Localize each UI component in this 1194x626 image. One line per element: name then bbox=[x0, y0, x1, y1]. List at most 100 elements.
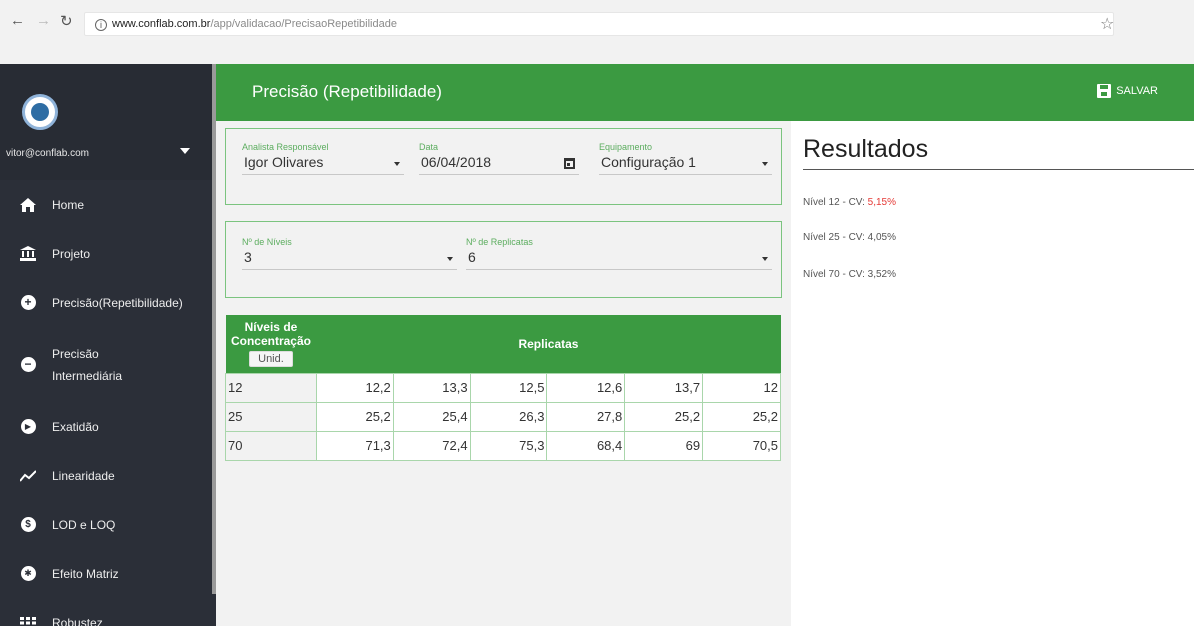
sidebar-menu: Home Projeto + Precisão(Repetibilidade) … bbox=[0, 180, 212, 626]
sidebar-item-lod-loq[interactable]: $ LOD e LOQ bbox=[0, 500, 212, 549]
replicate-cell[interactable]: 25,2 bbox=[702, 401, 781, 432]
page-header: Precisão (Repetibilidade) SALVAR bbox=[216, 64, 1194, 121]
replicate-cell[interactable]: 12,6 bbox=[546, 372, 626, 403]
replicate-cell[interactable]: 13,3 bbox=[392, 372, 471, 403]
info-panel: Analista Responsável Igor Olivares Data … bbox=[225, 128, 782, 205]
sidebar-item-robustez[interactable]: Robustez bbox=[0, 598, 212, 626]
address-bar[interactable]: i www.conflab.com.br/app/validacao/Precis… bbox=[84, 12, 1114, 36]
replicates-select[interactable]: 6 bbox=[466, 249, 772, 270]
sidebar-item-precisao-intermediaria[interactable]: − Precisão Intermediária bbox=[0, 327, 212, 402]
table-row: 70 71,3 72,4 75,3 68,4 69 70,5 bbox=[225, 430, 781, 461]
analyst-select[interactable]: Igor Olivares bbox=[242, 154, 404, 175]
sidebar-item-label: Precisão(Repetibilidade) bbox=[52, 295, 183, 310]
dollar-circle-icon: $ bbox=[20, 517, 36, 533]
sidebar-item-label: Efeito Matriz bbox=[52, 566, 119, 581]
main-content: Analista Responsável Igor Olivares Data … bbox=[216, 121, 791, 626]
replicates-field[interactable]: Nº de Replicatas 6 bbox=[466, 237, 772, 270]
table-header-row: Níveis de Concentração Unid. Replicatas bbox=[225, 315, 781, 373]
level-cell: 25 bbox=[225, 401, 317, 432]
replicate-cell[interactable]: 25,2 bbox=[315, 401, 394, 432]
reload-icon[interactable]: ↻ bbox=[60, 12, 73, 30]
sidebar-item-precisao-repetibilidade[interactable]: + Precisão(Repetibilidade) bbox=[0, 278, 212, 327]
sidebar-item-projeto[interactable]: Projeto bbox=[0, 229, 212, 278]
analyst-label: Analista Responsável bbox=[242, 142, 329, 152]
replicate-cell[interactable]: 70,5 bbox=[702, 430, 781, 461]
result-item-level-25: Nível 25 - CV: 4,05% bbox=[803, 232, 896, 243]
minus-circle-icon: − bbox=[20, 357, 36, 373]
url-host: www.conflab.com.br bbox=[112, 18, 211, 30]
home-icon bbox=[20, 197, 36, 213]
equipment-value: Configuração 1 bbox=[601, 154, 696, 170]
replicate-cell[interactable]: 69 bbox=[624, 430, 704, 461]
replicate-cell[interactable]: 71,3 bbox=[315, 430, 394, 461]
settings-circle-icon: ✱ bbox=[20, 566, 36, 582]
sidebar-item-efeito-matriz[interactable]: ✱ Efeito Matriz bbox=[0, 549, 212, 598]
save-button[interactable]: SALVAR bbox=[1097, 84, 1158, 98]
equipment-label: Equipamento bbox=[599, 142, 653, 152]
table-row: 12 12,2 13,3 12,5 12,6 13,7 12 bbox=[225, 372, 781, 403]
info-icon[interactable]: i bbox=[95, 19, 107, 31]
equipment-field[interactable]: Equipamento Configuração 1 bbox=[599, 142, 772, 175]
calendar-icon[interactable] bbox=[564, 158, 575, 169]
sidebar-item-exatidao[interactable]: ▶ Exatidão bbox=[0, 402, 212, 451]
levels-label: Nº de Níveis bbox=[242, 237, 292, 247]
unit-button[interactable]: Unid. bbox=[249, 351, 293, 368]
play-circle-icon: ▶ bbox=[20, 419, 36, 435]
date-value: 06/04/2018 bbox=[421, 154, 492, 170]
analyst-field[interactable]: Analista Responsável Igor Olivares bbox=[242, 142, 404, 175]
bookmark-star-icon[interactable]: ☆ bbox=[1100, 14, 1114, 34]
replicate-cell[interactable]: 13,7 bbox=[624, 372, 704, 403]
levels-select[interactable]: 3 bbox=[242, 249, 457, 270]
forward-arrow-icon[interactable]: → bbox=[36, 12, 51, 29]
caret-down-icon bbox=[447, 257, 453, 261]
back-arrow-icon[interactable]: ← bbox=[10, 12, 25, 29]
sidebar: vitor@conflab.com Home Projeto + Precisã… bbox=[0, 64, 216, 626]
replicate-cell[interactable]: 75,3 bbox=[469, 430, 548, 461]
replicates-label: Nº de Replicatas bbox=[466, 237, 533, 247]
bank-icon bbox=[20, 246, 36, 262]
caret-down-icon[interactable] bbox=[180, 148, 190, 154]
level-cell: 70 bbox=[225, 430, 317, 461]
levels-column-label: Níveis de Concentração bbox=[230, 320, 311, 349]
date-field[interactable]: Data 06/04/2018 bbox=[419, 142, 579, 175]
results-divider bbox=[803, 169, 1194, 170]
date-input[interactable]: 06/04/2018 bbox=[419, 154, 579, 175]
user-email: vitor@conflab.com bbox=[6, 148, 89, 159]
result-prefix: Nível 25 - CV: bbox=[803, 232, 868, 243]
levels-field[interactable]: Nº de Níveis 3 bbox=[242, 237, 457, 270]
levels-value: 3 bbox=[244, 249, 252, 265]
replicate-cell[interactable]: 12,5 bbox=[469, 372, 548, 403]
result-value: 5,15% bbox=[867, 197, 897, 208]
equipment-select[interactable]: Configuração 1 bbox=[599, 154, 772, 175]
sidebar-item-home[interactable]: Home bbox=[0, 180, 212, 229]
levels-column-header: Níveis de Concentração Unid. bbox=[225, 315, 317, 373]
replicates-table: Níveis de Concentração Unid. Replicatas … bbox=[225, 315, 781, 461]
replicate-cell[interactable]: 12 bbox=[702, 372, 781, 403]
result-value: 3,52% bbox=[867, 269, 897, 280]
sidebar-item-label: Linearidade bbox=[52, 468, 115, 483]
replicate-cell[interactable]: 27,8 bbox=[546, 401, 626, 432]
logo bbox=[22, 94, 58, 130]
replicate-cell[interactable]: 26,3 bbox=[469, 401, 548, 432]
sidebar-item-label: Precisão Intermediária bbox=[52, 346, 123, 383]
sidebar-item-linearidade[interactable]: Linearidade bbox=[0, 451, 212, 500]
date-label: Data bbox=[419, 142, 439, 152]
level-cell: 12 bbox=[225, 372, 317, 403]
browser-bar: ← → ↻ i www.conflab.com.br/app/validacao/… bbox=[0, 0, 1194, 62]
replicate-cell[interactable]: 25,4 bbox=[392, 401, 471, 432]
sidebar-item-label: Home bbox=[52, 197, 85, 212]
result-prefix: Nível 12 - CV: bbox=[803, 197, 868, 208]
results-title: Resultados bbox=[803, 135, 929, 163]
grid-icon bbox=[20, 615, 36, 626]
replicate-cell[interactable]: 68,4 bbox=[546, 430, 626, 461]
sidebar-item-label: Exatidão bbox=[52, 419, 99, 434]
replicate-cell[interactable]: 72,4 bbox=[392, 430, 471, 461]
page-title: Precisão (Repetibilidade) bbox=[252, 82, 442, 101]
floppy-disk-icon bbox=[1097, 84, 1112, 98]
save-button-label: SALVAR bbox=[1116, 85, 1158, 97]
caret-down-icon bbox=[394, 162, 400, 166]
replicate-cell[interactable]: 12,2 bbox=[315, 372, 394, 403]
replicate-cell[interactable]: 25,2 bbox=[624, 401, 704, 432]
results-panel: Resultados Nível 12 - CV: 5,15% Nível 25… bbox=[791, 121, 1194, 626]
sidebar-item-label: Projeto bbox=[52, 246, 91, 261]
